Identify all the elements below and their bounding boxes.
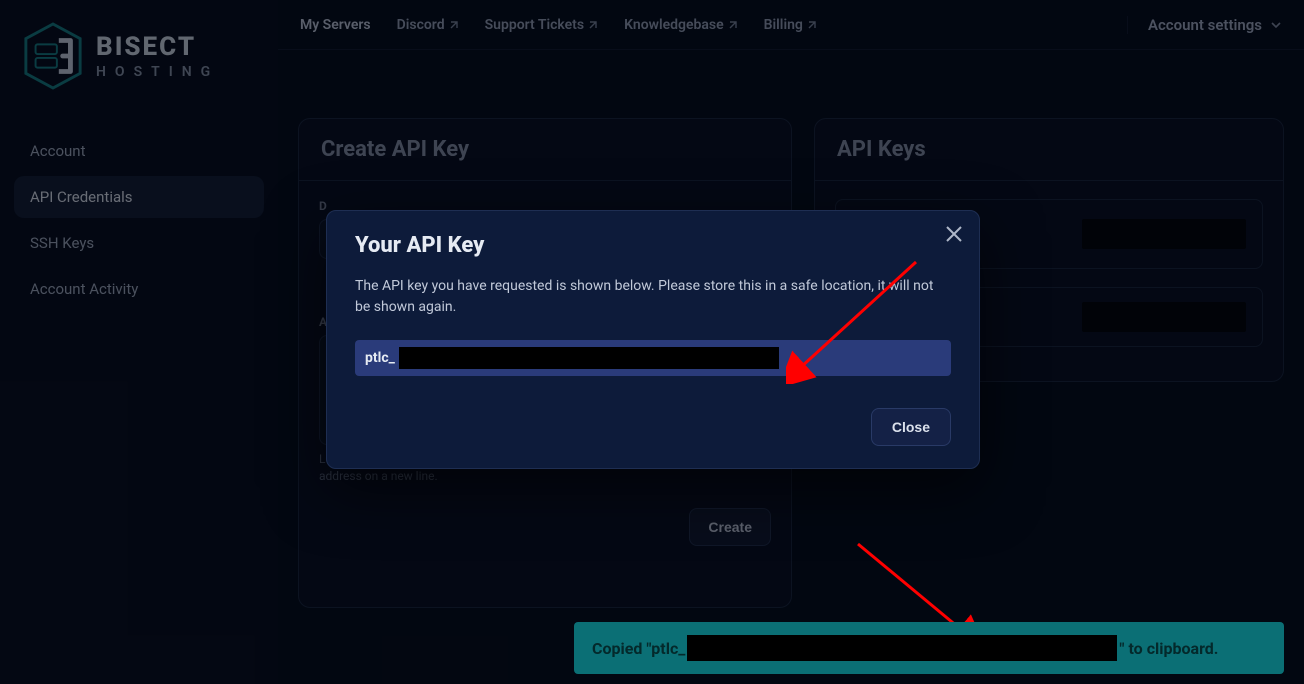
toast-prefix: Copied "ptlc_ xyxy=(592,639,685,658)
copied-toast: Copied "ptlc_ " to clipboard. xyxy=(574,622,1284,674)
redacted-block xyxy=(399,347,779,369)
api-key-modal: Your API Key The API key you have reques… xyxy=(326,210,980,469)
api-key-prefix: ptlc_ xyxy=(365,350,395,366)
modal-title: Your API Key xyxy=(355,233,951,258)
close-icon[interactable] xyxy=(943,223,965,245)
redacted-block xyxy=(687,635,1117,661)
button-label: Close xyxy=(892,419,930,435)
api-key-value-field[interactable]: ptlc_ xyxy=(355,340,951,376)
toast-suffix: " to clipboard. xyxy=(1119,639,1218,658)
close-button[interactable]: Close xyxy=(871,408,951,446)
modal-description: The API key you have requested is shown … xyxy=(355,276,951,318)
